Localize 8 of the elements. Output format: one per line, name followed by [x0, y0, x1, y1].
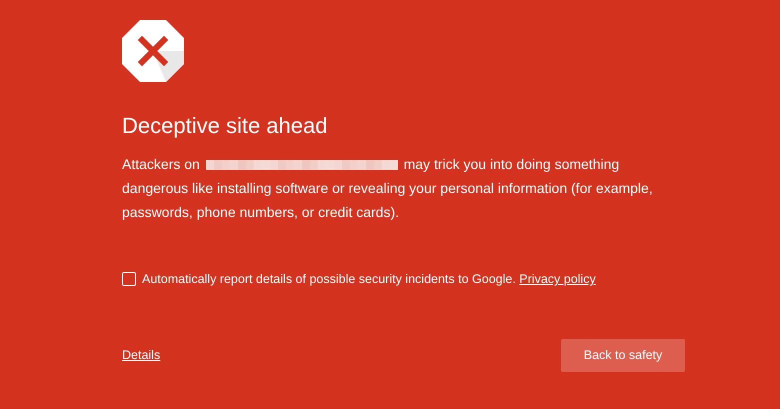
back-to-safety-button[interactable]: Back to safety — [561, 338, 685, 372]
page-title: Deceptive site ahead — [122, 112, 328, 140]
details-link[interactable]: Details — [122, 346, 160, 365]
report-label: Automatically report details of possible security incidents to Google. Privacy policy — [142, 271, 596, 288]
warning-message: Attackers on may trick you into doing something dangerous like installing software or revealing your personal information (for example, passwords, phone numbers, or credit cards). — [122, 155, 654, 222]
report-checkbox[interactable] — [122, 272, 136, 286]
warning-sign-icon — [122, 20, 184, 82]
privacy-policy-link[interactable]: Privacy policy — [519, 272, 596, 286]
